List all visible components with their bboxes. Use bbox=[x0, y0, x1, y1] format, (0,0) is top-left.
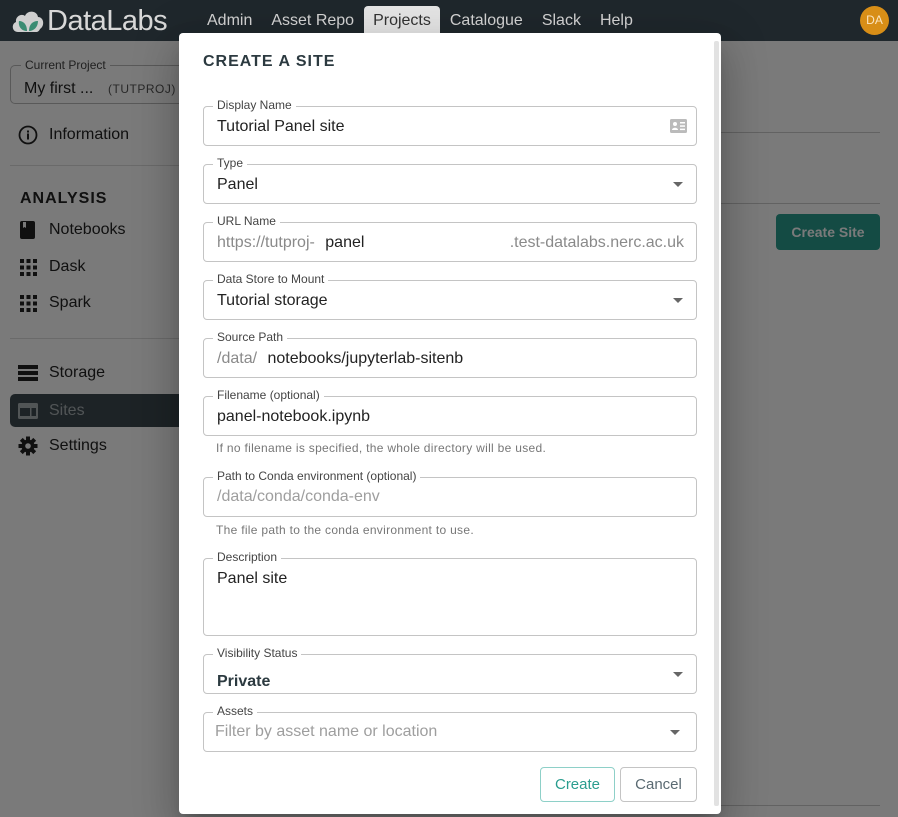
url-name-field[interactable]: URL Name https://tutproj- panel .test-da… bbox=[203, 214, 697, 262]
field-label: Data Store to Mount bbox=[213, 272, 329, 286]
cloud-leaf-icon bbox=[12, 11, 44, 32]
create-button[interactable]: Create bbox=[540, 767, 615, 802]
conda-helper-text: The file path to the conda environment t… bbox=[216, 523, 474, 537]
field-label: URL Name bbox=[213, 214, 280, 228]
url-name-input-row: https://tutproj- panel bbox=[217, 234, 364, 252]
nav-asset-repo[interactable]: Asset Repo bbox=[262, 6, 363, 36]
create-site-dialog: CREATE A SITE Display Name Tutorial Pane… bbox=[179, 33, 721, 814]
chevron-down-icon bbox=[673, 298, 683, 303]
field-label: Display Name bbox=[213, 98, 296, 112]
cancel-button[interactable]: Cancel bbox=[620, 767, 697, 802]
chevron-down-icon bbox=[673, 672, 683, 677]
description-field[interactable]: Description Panel site bbox=[203, 550, 697, 636]
filename-value: panel-notebook.ipynb bbox=[217, 408, 371, 425]
nav-admin[interactable]: Admin bbox=[198, 6, 261, 36]
source-path-input-row: /data/ notebooks/jupyterlab-sitenb bbox=[217, 350, 463, 368]
nav-catalogue[interactable]: Catalogue bbox=[441, 6, 532, 36]
visibility-value: Private bbox=[217, 673, 271, 690]
filename-field[interactable]: Filename (optional) panel-notebook.ipynb bbox=[203, 388, 697, 436]
chevron-down-icon[interactable] bbox=[670, 730, 680, 735]
type-value: Panel bbox=[217, 176, 258, 193]
logo-text: DataLabs bbox=[47, 4, 168, 37]
display-name-field[interactable]: Display Name Tutorial Panel site bbox=[203, 98, 697, 146]
description-value: Panel site bbox=[217, 570, 288, 587]
field-label: Assets bbox=[213, 704, 258, 718]
source-path-value: notebooks/jupyterlab-sitenb bbox=[267, 350, 464, 367]
field-label: Description bbox=[213, 550, 282, 564]
nav-slack[interactable]: Slack bbox=[533, 6, 590, 36]
main-nav: Admin Asset Repo Projects Catalogue Slac… bbox=[198, 6, 643, 36]
user-avatar[interactable]: DA bbox=[860, 6, 889, 35]
field-label: Source Path bbox=[213, 330, 288, 344]
display-name-value: Tutorial Panel site bbox=[217, 118, 345, 135]
assets-autocomplete[interactable]: Assets bbox=[203, 704, 697, 752]
datalabs-logo[interactable]: DataLabs bbox=[10, 4, 168, 38]
source-path-prefix: /data/ bbox=[217, 350, 258, 367]
source-path-field[interactable]: Source Path /data/ notebooks/jupyterlab-… bbox=[203, 330, 697, 378]
url-prefix: https://tutproj- bbox=[217, 234, 315, 251]
url-suffix: .test-datalabs.nerc.ac.uk bbox=[509, 234, 684, 251]
url-name-value: panel bbox=[325, 234, 365, 251]
field-label: Type bbox=[213, 156, 248, 170]
chevron-down-icon bbox=[673, 182, 683, 187]
contact-card-icon[interactable] bbox=[670, 119, 687, 138]
dialog-title: CREATE A SITE bbox=[203, 53, 336, 70]
data-store-value: Tutorial storage bbox=[217, 292, 328, 309]
type-select[interactable]: Type Panel bbox=[203, 156, 697, 204]
conda-path-field[interactable]: Path to Conda environment (optional) bbox=[203, 469, 697, 517]
field-label: Path to Conda environment (optional) bbox=[213, 469, 421, 483]
dialog-scrollbar[interactable] bbox=[714, 41, 719, 806]
nav-projects[interactable]: Projects bbox=[364, 6, 440, 36]
conda-path-input[interactable] bbox=[217, 488, 647, 506]
assets-filter-input[interactable] bbox=[215, 723, 645, 741]
visibility-select[interactable]: Visibility Status Private bbox=[203, 646, 697, 694]
field-label: Filename (optional) bbox=[213, 388, 324, 402]
data-store-select[interactable]: Data Store to Mount Tutorial storage bbox=[203, 272, 697, 320]
field-label: Visibility Status bbox=[213, 646, 302, 660]
filename-helper-text: If no filename is specified, the whole d… bbox=[216, 441, 547, 455]
nav-help[interactable]: Help bbox=[591, 6, 642, 36]
